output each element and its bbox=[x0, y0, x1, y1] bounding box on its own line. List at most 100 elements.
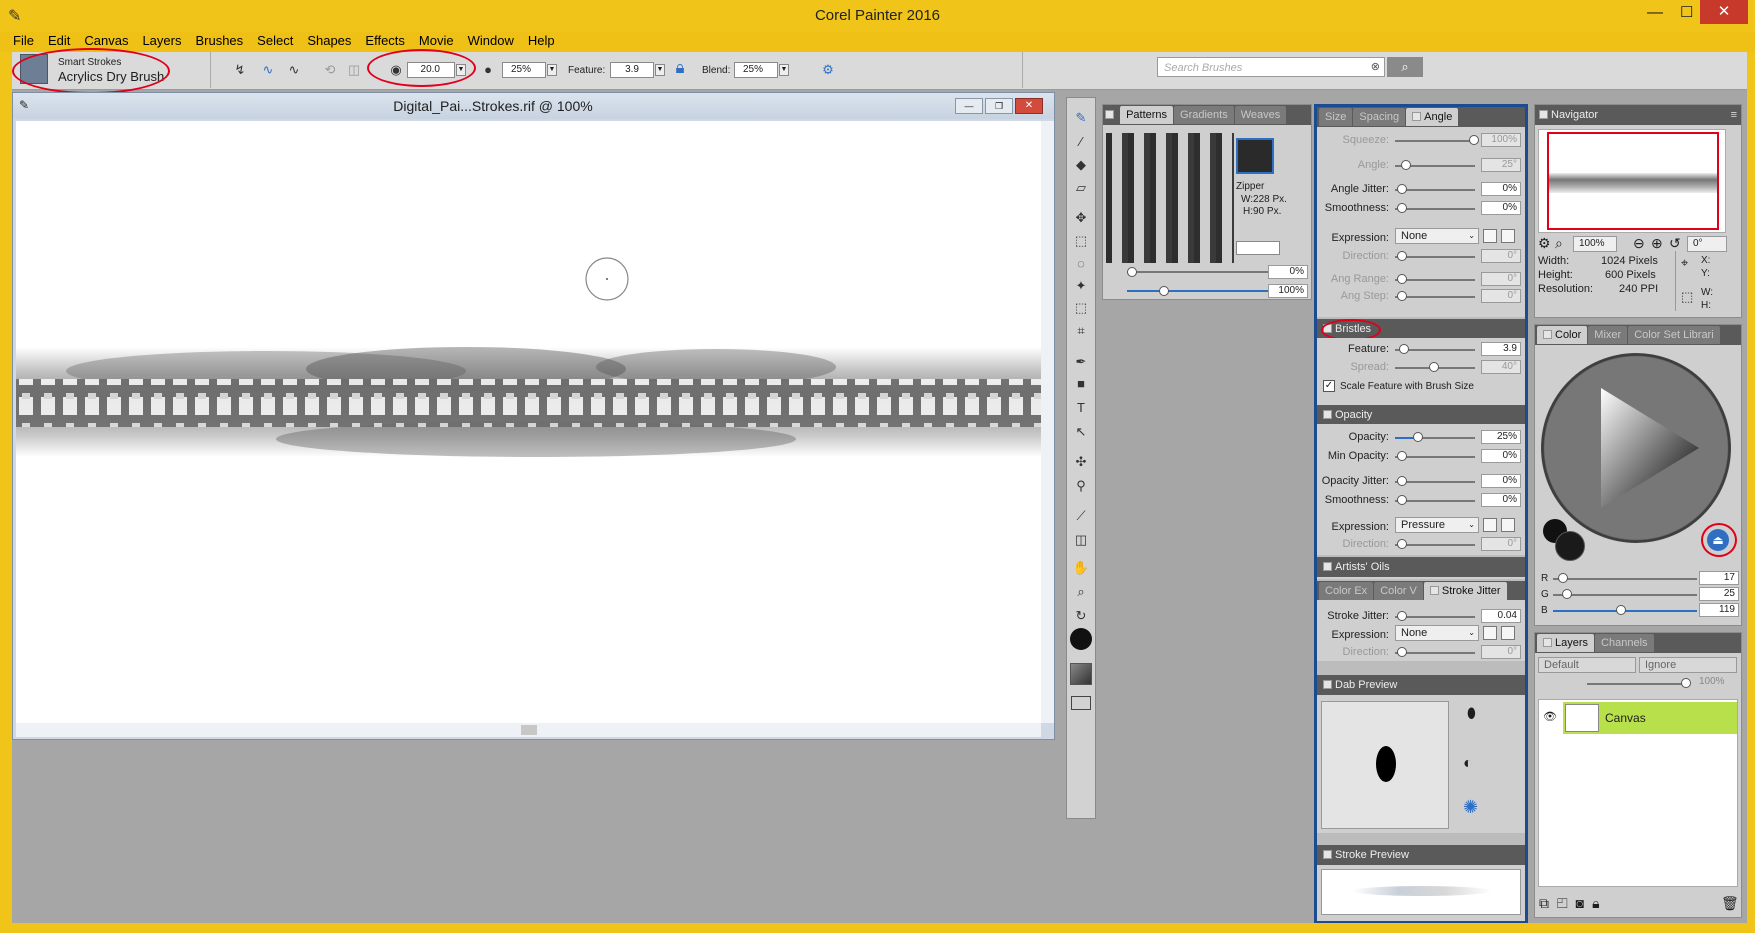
rect-select-icon[interactable]: ⬚ bbox=[1071, 231, 1091, 251]
screen-mode-icon[interactable] bbox=[1071, 696, 1091, 710]
r-slider[interactable] bbox=[1553, 578, 1697, 580]
tab-patterns[interactable]: Patterns bbox=[1120, 106, 1174, 124]
tab-size[interactable]: Size bbox=[1319, 108, 1353, 126]
scrollbar-thumb[interactable] bbox=[521, 725, 537, 735]
angle-jitter-slider[interactable] bbox=[1395, 189, 1475, 191]
min-opacity-slider[interactable] bbox=[1395, 456, 1475, 458]
tab-color[interactable]: Color bbox=[1537, 326, 1588, 344]
dab-view-icon-2[interactable]: ◐ bbox=[1463, 755, 1473, 773]
close-icon[interactable] bbox=[1429, 586, 1439, 595]
panel-menu-icon[interactable]: ≡ bbox=[1731, 105, 1737, 125]
doc-restore-button[interactable]: ❐ bbox=[985, 98, 1013, 114]
transform-icon[interactable]: ⬚ bbox=[1071, 298, 1091, 318]
menu-item-effects[interactable]: Effects bbox=[358, 32, 412, 50]
layer-opacity-knob[interactable] bbox=[1681, 678, 1691, 688]
squeeze-knob[interactable] bbox=[1469, 135, 1479, 145]
shape-select-icon[interactable]: ↖ bbox=[1071, 422, 1091, 442]
menu-item-movie[interactable]: Movie bbox=[412, 32, 461, 50]
navigator-viewport[interactable] bbox=[1547, 132, 1719, 230]
menu-item-window[interactable]: Window bbox=[461, 32, 521, 50]
menu-item-file[interactable]: File bbox=[6, 32, 41, 50]
b-knob[interactable] bbox=[1615, 605, 1626, 615]
divine-proportion-icon[interactable]: ◫ bbox=[1071, 530, 1091, 550]
feature-knob[interactable] bbox=[1399, 344, 1409, 354]
smoothness-value[interactable]: 0% bbox=[1481, 201, 1521, 215]
tab-weaves[interactable]: Weaves bbox=[1234, 106, 1287, 124]
sj-direction-slider[interactable] bbox=[1395, 652, 1475, 654]
menu-item-shapes[interactable]: Shapes bbox=[300, 32, 358, 50]
ang-step-knob[interactable] bbox=[1397, 291, 1407, 301]
direction-icon[interactable] bbox=[1501, 229, 1515, 243]
layer-group-icon[interactable]: ◰ bbox=[1557, 895, 1576, 911]
pattern-thumb[interactable] bbox=[1236, 138, 1274, 174]
menu-item-layers[interactable]: Layers bbox=[135, 32, 188, 50]
direction-value[interactable]: 0° bbox=[1481, 249, 1521, 263]
b-value[interactable]: 119 bbox=[1699, 603, 1739, 617]
sj-expression-dropdown[interactable]: None ⌄ bbox=[1395, 625, 1479, 641]
pattern-knob-1[interactable] bbox=[1127, 267, 1137, 277]
angle-jitter-knob[interactable] bbox=[1397, 184, 1407, 194]
close-icon[interactable] bbox=[1323, 680, 1332, 689]
menu-item-select[interactable]: Select bbox=[250, 32, 300, 50]
g-slider[interactable] bbox=[1553, 594, 1697, 596]
zoom-dropdown[interactable]: 100% bbox=[1573, 236, 1617, 252]
close-icon[interactable] bbox=[1105, 110, 1114, 119]
opacity-value[interactable]: 25% bbox=[1481, 430, 1521, 444]
reset-tool-icon[interactable]: ↯ bbox=[232, 62, 248, 78]
layer-opacity-value[interactable]: 100% bbox=[1699, 676, 1725, 687]
dropper-icon[interactable]: ⁄ bbox=[1071, 132, 1091, 152]
pattern-val-2[interactable]: 100% bbox=[1268, 284, 1308, 298]
g-value[interactable]: 25 bbox=[1699, 587, 1739, 601]
tab-gradients[interactable]: Gradients bbox=[1174, 106, 1234, 124]
stroke-jitter-value[interactable]: 0.04 bbox=[1481, 609, 1521, 623]
opacity-input[interactable]: 25% ▼ bbox=[502, 62, 557, 78]
close-icon[interactable] bbox=[1543, 638, 1552, 647]
mirror-icon[interactable]: ◫ bbox=[346, 62, 362, 78]
rotation-dropdown[interactable]: 0° bbox=[1687, 236, 1727, 252]
tab-color-ex[interactable]: Color Ex bbox=[1319, 582, 1374, 600]
sj-direction-value[interactable]: 0° bbox=[1481, 645, 1521, 659]
paper-selector-icon[interactable] bbox=[1070, 663, 1092, 685]
lasso-icon[interactable]: ◌ bbox=[1071, 254, 1091, 274]
invert-icon[interactable] bbox=[1483, 229, 1497, 243]
layer-actions[interactable]: ⧉◰◙🔒︎ bbox=[1539, 895, 1608, 912]
pattern-view-buttons[interactable] bbox=[1236, 241, 1280, 255]
menu-item-help[interactable]: Help bbox=[521, 32, 562, 50]
tab-stroke-jitter[interactable]: Stroke Jitter bbox=[1423, 582, 1507, 600]
transform-icon[interactable]: ⟲ bbox=[322, 62, 338, 78]
eye-icon[interactable]: 👁︎ bbox=[1543, 710, 1557, 723]
grabber-icon[interactable]: ✋ bbox=[1071, 558, 1091, 578]
op-smoothness-value[interactable]: 0% bbox=[1481, 493, 1521, 507]
smoothness-slider[interactable] bbox=[1395, 208, 1475, 210]
close-icon[interactable] bbox=[1412, 112, 1422, 121]
ang-range-value[interactable]: 0° bbox=[1481, 272, 1521, 286]
vertical-scrollbar[interactable] bbox=[1041, 121, 1054, 723]
layer-row-canvas[interactable]: Canvas bbox=[1563, 702, 1737, 734]
op-direction-knob[interactable] bbox=[1397, 539, 1407, 549]
crop-icon[interactable]: ⌗ bbox=[1071, 321, 1091, 341]
layer-opacity-slider[interactable] bbox=[1587, 683, 1687, 685]
ang-range-knob[interactable] bbox=[1397, 274, 1407, 284]
close-icon[interactable] bbox=[1539, 110, 1548, 119]
pattern-slider-2[interactable] bbox=[1127, 290, 1277, 292]
expression-dropdown[interactable]: None ⌄ bbox=[1395, 228, 1479, 244]
mirror-painting-icon[interactable]: ✣ bbox=[1071, 452, 1091, 472]
brush-options-icon[interactable]: ⚙ bbox=[820, 62, 836, 78]
maximize-icon[interactable]: ☐ bbox=[1680, 3, 1693, 21]
opacity-knob[interactable] bbox=[1413, 432, 1423, 442]
ang-range-slider[interactable] bbox=[1395, 279, 1475, 281]
spread-knob[interactable] bbox=[1429, 362, 1439, 372]
op-smoothness-knob[interactable] bbox=[1397, 495, 1407, 505]
angle-jitter-value[interactable]: 0% bbox=[1481, 182, 1521, 196]
op-expression-dropdown[interactable]: Pressure ⌄ bbox=[1395, 517, 1479, 533]
layer-mask-icon[interactable]: ◙ bbox=[1576, 895, 1592, 911]
pen-icon[interactable]: ✒ bbox=[1071, 352, 1091, 372]
minimize-icon[interactable]: — bbox=[1647, 4, 1663, 22]
dab-view-icon-1[interactable]: ⬮ bbox=[1467, 705, 1476, 722]
brush-tool-icon[interactable]: ✎ bbox=[1071, 108, 1091, 128]
tab-mixer[interactable]: Mixer bbox=[1588, 326, 1628, 344]
direction-knob[interactable] bbox=[1397, 251, 1407, 261]
clear-search-icon[interactable]: ⊗ bbox=[1371, 60, 1380, 73]
op-smoothness-slider[interactable] bbox=[1395, 500, 1475, 502]
r-value[interactable]: 17 bbox=[1699, 571, 1739, 585]
